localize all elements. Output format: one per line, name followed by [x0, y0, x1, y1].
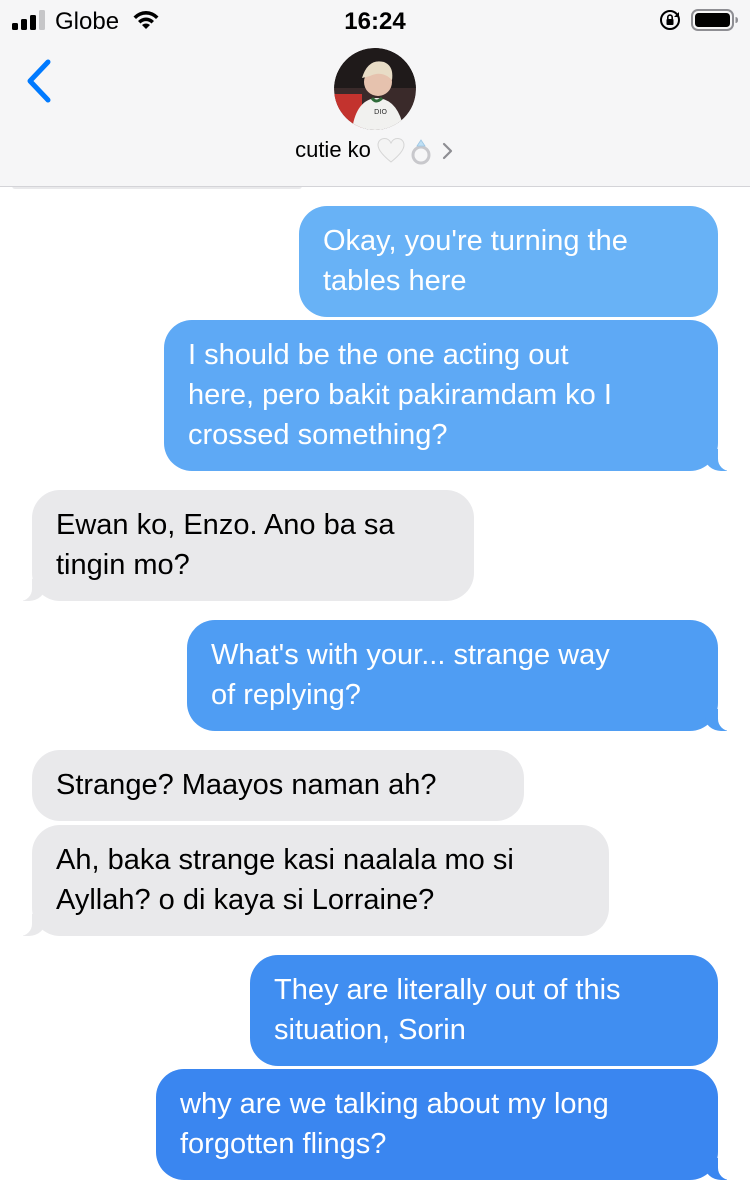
status-time: 16:24 [344, 8, 406, 35]
message-text: They are literally out of this situation… [274, 974, 621, 1046]
message-bubble-outgoing[interactable]: They are literally out of this situation… [250, 955, 718, 1066]
message-text: why are we talking about my long forgott… [180, 1088, 609, 1160]
message-text: Okay, you're turning the tables here [323, 225, 628, 297]
message-text: Ah, baka strange kasi naalala mo si Ayll… [56, 844, 514, 916]
contact-name: cutie ko [295, 137, 371, 162]
contact-avatar[interactable]: DIO [334, 48, 416, 130]
svg-text:DIO: DIO [374, 108, 387, 116]
contact-name-button[interactable]: cutie ko [0, 137, 750, 165]
message-text: What's with your... strange way of reply… [211, 639, 610, 711]
status-bar: Globe 16:24 [0, 0, 750, 40]
message-bubble-incoming[interactable]: Ewan ko, Enzo. Ano ba sa tingin mo? [12, 490, 474, 601]
message-text: I should be the one acting out here, per… [188, 339, 612, 451]
chevron-right-icon [442, 143, 453, 160]
message-bubble-outgoing[interactable]: I should be the one acting out here, per… [164, 320, 738, 471]
message-bubble-outgoing[interactable]: why are we talking about my long forgott… [156, 1069, 738, 1180]
conversation-header: Globe 16:24 DIO cutie ko [0, 0, 750, 187]
message-text: Strange? Maayos naman ah? [56, 769, 437, 801]
back-chevron-icon[interactable] [22, 56, 58, 106]
message-bubble-incoming[interactable]: Strange? Maayos naman ah? [32, 750, 524, 821]
messages-screen: Globe 16:24 DIO cutie ko Okay, you're tu… [0, 0, 750, 1189]
white-heart-ring-emoji-icon [377, 138, 431, 165]
message-bubble-incoming[interactable]: Ah, baka strange kasi naalala mo si Ayll… [12, 825, 609, 936]
message-text: Ewan ko, Enzo. Ano ba sa tingin mo? [56, 509, 395, 581]
message-bubble-outgoing[interactable]: Okay, you're turning the tables here [299, 206, 718, 317]
orientation-lock-icon [660, 10, 680, 30]
battery-icon [691, 9, 738, 31]
message-bubble-outgoing[interactable]: What's with your... strange way of reply… [187, 620, 738, 731]
